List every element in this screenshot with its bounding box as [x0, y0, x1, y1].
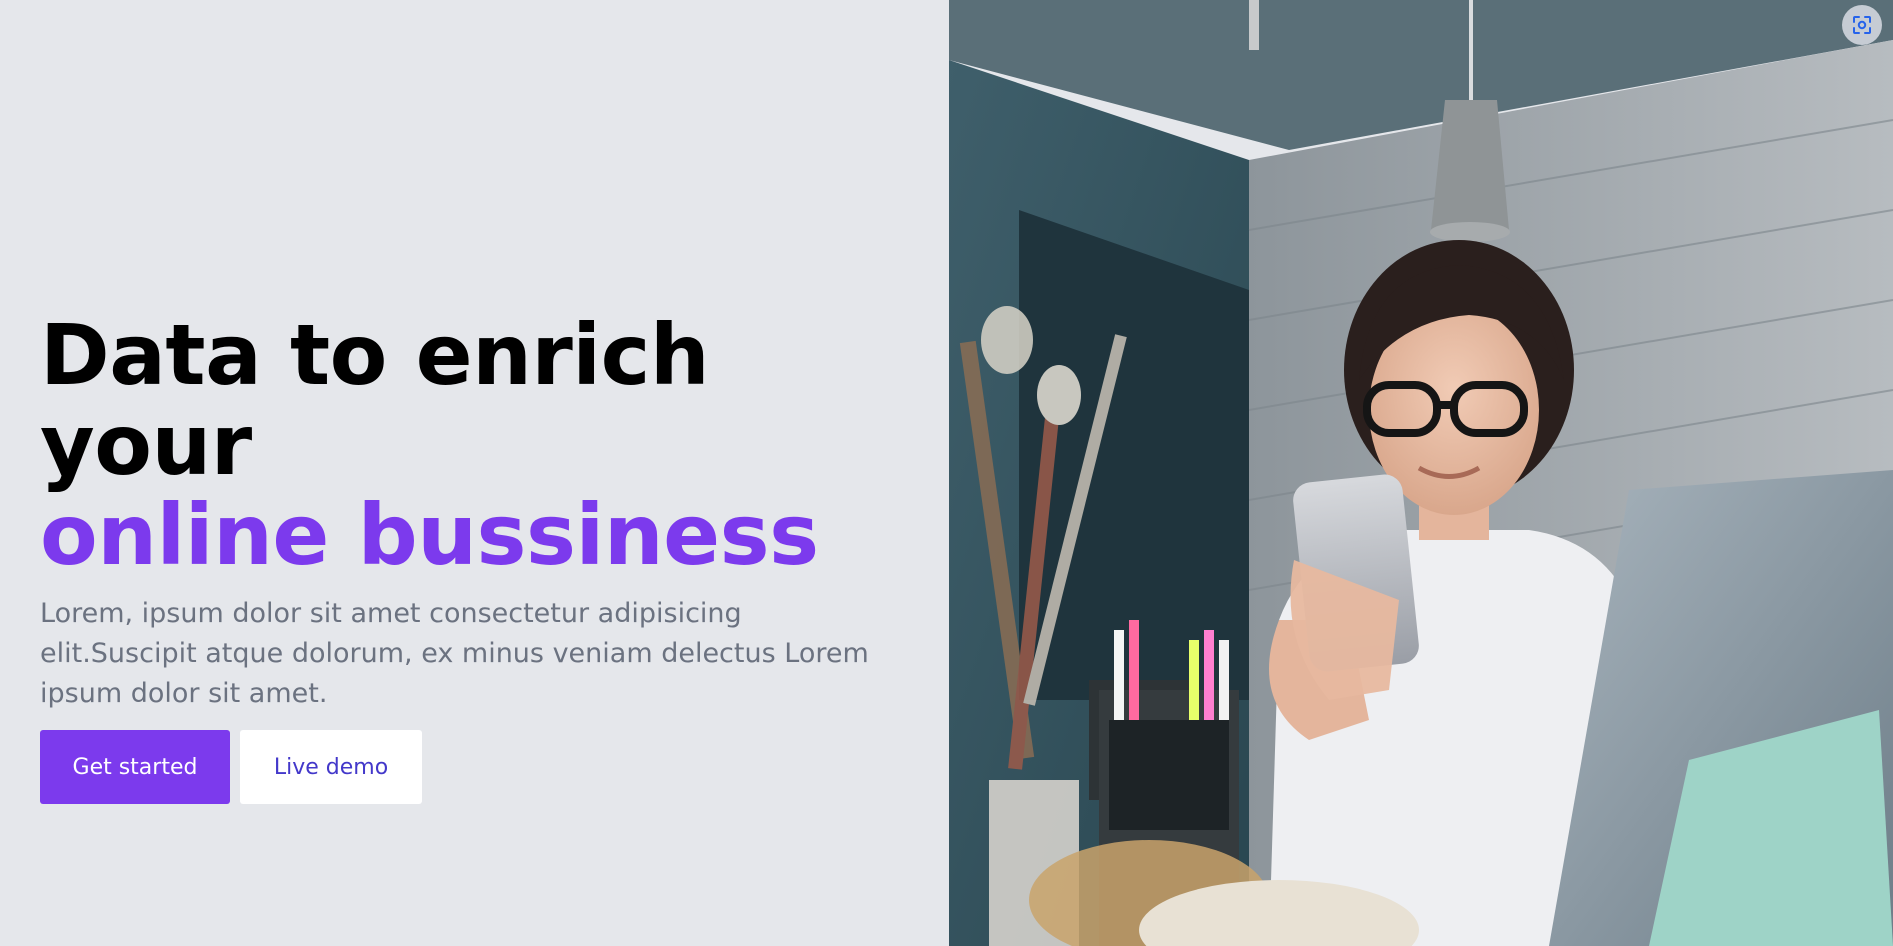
hero-image	[949, 0, 1893, 946]
headline-line-2-accent: online bussiness	[40, 486, 819, 584]
get-started-button[interactable]: Get started	[40, 730, 230, 804]
visual-search-icon	[1853, 16, 1871, 34]
hero-text-panel: Data to enrich your online bussiness Lor…	[0, 0, 949, 946]
hero-description: Lorem, ipsum dolor sit amet consectetur …	[40, 598, 869, 709]
hero-content: Data to enrich your online bussiness Lor…	[40, 310, 920, 804]
hero-section: Data to enrich your online bussiness Lor…	[0, 0, 1893, 946]
live-demo-button[interactable]: Live demo	[240, 730, 422, 804]
hero-headline: Data to enrich your online bussiness	[40, 310, 920, 580]
headline-line-1: Data to enrich your	[40, 306, 710, 494]
woman-with-phone-photo	[949, 0, 1893, 946]
hero-actions: Get started Live demo	[40, 730, 920, 804]
visual-search-button[interactable]	[1842, 5, 1882, 45]
